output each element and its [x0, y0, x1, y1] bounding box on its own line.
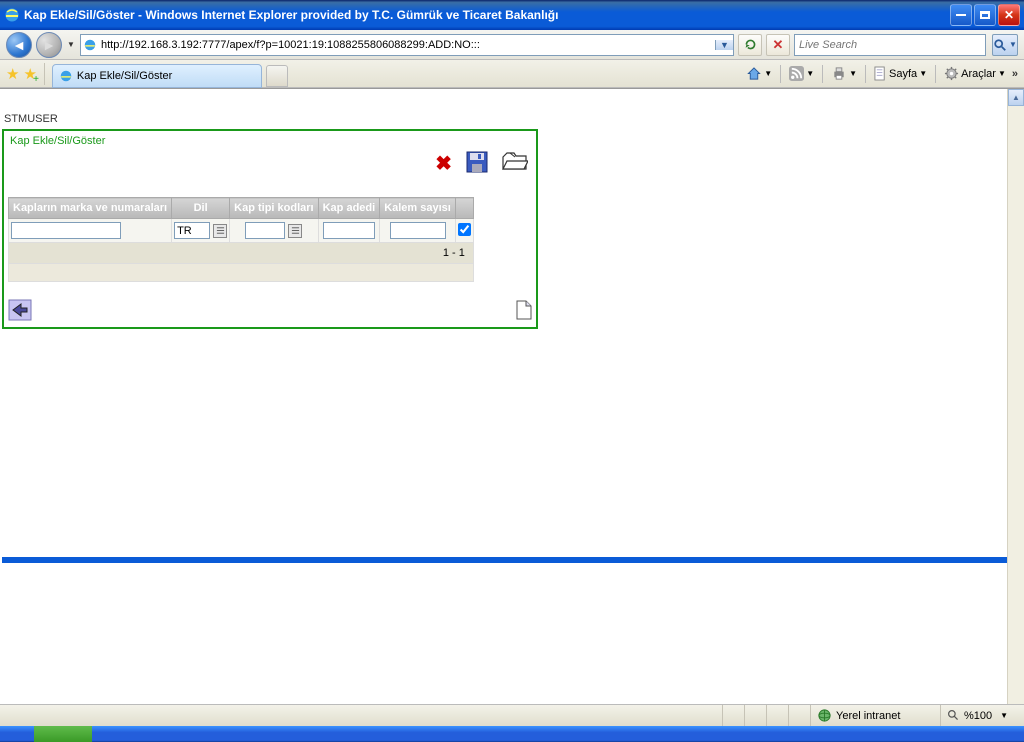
username-label: STMUSER [4, 113, 58, 125]
zoom-control[interactable]: %100 ▼ [940, 705, 1024, 726]
pager-label: 1 - 1 [9, 243, 474, 264]
col-kalem: Kalem sayısı [380, 198, 456, 219]
search-input[interactable] [795, 37, 985, 53]
browser-tab[interactable]: Kap Ekle/Sil/Göster [52, 64, 262, 88]
separator [865, 65, 866, 83]
address-bar: ▼ [80, 34, 734, 56]
status-bar: Yerel intranet %100 ▼ [0, 704, 1024, 726]
new-doc-button[interactable] [516, 300, 532, 320]
refresh-button[interactable] [738, 34, 762, 56]
add-favorites-icon[interactable]: ★+ [23, 65, 36, 83]
status-cell [788, 705, 810, 726]
horizontal-divider [2, 557, 1022, 563]
tip-input[interactable] [245, 222, 285, 239]
status-cell [722, 705, 744, 726]
status-cell [744, 705, 766, 726]
table-row [9, 219, 474, 243]
marka-input[interactable] [11, 222, 121, 239]
url-dropdown-button[interactable]: ▼ [715, 40, 733, 50]
table-footer [9, 264, 474, 282]
separator [780, 65, 781, 83]
zoom-label: %100 [964, 710, 992, 722]
windows-taskbar[interactable] [0, 726, 1024, 742]
page-menu-button[interactable]: Sayfa ▼ [871, 64, 930, 83]
nav-back-button[interactable]: ◄ [6, 32, 32, 58]
ie-tab-icon [59, 69, 73, 83]
new-tab-button[interactable] [266, 65, 288, 87]
nav-history-dropdown[interactable]: ▼ [66, 40, 76, 49]
delete-button[interactable]: ✖ [435, 151, 452, 176]
separator [935, 65, 936, 83]
dil-lookup-button[interactable] [213, 224, 227, 238]
col-dil: Dil [172, 198, 230, 219]
command-bar: ▼ ▼ ▼ Sayfa ▼ Araçlar ▼ » [743, 64, 1018, 83]
tools-menu-label: Araçlar [961, 68, 996, 80]
window-close-button[interactable]: ✕ [998, 4, 1020, 26]
chevron-expand-icon[interactable]: » [1012, 68, 1018, 80]
feeds-button[interactable]: ▼ [786, 64, 817, 83]
adedi-input[interactable] [323, 222, 375, 239]
status-cell [766, 705, 788, 726]
scroll-up-button[interactable]: ▲ [1008, 89, 1024, 106]
back-icon-button[interactable] [8, 299, 32, 321]
stop-button[interactable]: ✕ [766, 34, 790, 56]
dil-input[interactable] [174, 222, 210, 239]
favorites-icon[interactable]: ★ [6, 65, 19, 83]
tip-lookup-button[interactable] [288, 224, 302, 238]
zoom-icon [947, 709, 960, 722]
save-button[interactable] [466, 151, 488, 173]
print-button[interactable]: ▼ [828, 64, 860, 83]
search-button[interactable]: ▼ [992, 34, 1018, 56]
panel-title: Kap Ekle/Sil/Göster [4, 131, 536, 151]
vertical-scrollbar[interactable]: ▲ ▼ [1007, 89, 1024, 724]
security-zone: Yerel intranet [810, 705, 940, 726]
tab-bar: ★ ★+ Kap Ekle/Sil/Göster ▼ ▼ ▼ Sayfa ▼ [0, 60, 1024, 88]
scroll-track[interactable] [1008, 106, 1024, 707]
page-menu-label: Sayfa [889, 68, 917, 80]
separator [822, 65, 823, 83]
window-minimize-button[interactable] [950, 4, 972, 26]
nav-forward-button[interactable]: ► [36, 32, 62, 58]
col-check [455, 198, 473, 219]
intranet-icon [817, 708, 832, 723]
col-adedi: Kap adedi [318, 198, 380, 219]
tools-menu-button[interactable]: Araçlar ▼ [941, 64, 1009, 83]
window-maximize-button[interactable] [974, 4, 996, 26]
window-titlebar: Kap Ekle/Sil/Göster - Windows Internet E… [0, 0, 1024, 30]
window-title: Kap Ekle/Sil/Göster - Windows Internet E… [24, 8, 950, 22]
col-marka: Kapların marka ve numaraları [9, 198, 172, 219]
kap-table: Kapların marka ve numaraları Dil Kap tip… [8, 197, 474, 282]
kap-panel: Kap Ekle/Sil/Göster ✖ Kapların marka ve … [2, 129, 538, 329]
zoom-dropdown-icon[interactable]: ▼ [1000, 711, 1008, 720]
tab-label: Kap Ekle/Sil/Göster [77, 70, 172, 82]
ie-logo-icon [4, 7, 20, 23]
separator [44, 63, 45, 85]
open-button[interactable] [502, 151, 526, 171]
search-box [794, 34, 986, 56]
navigation-bar: ◄ ► ▼ ▼ ✕ ▼ [0, 30, 1024, 60]
page-icon [81, 38, 99, 52]
page-content: STMUSER Kap Ekle/Sil/Göster ✖ Kapların m… [0, 88, 1024, 724]
url-input[interactable] [99, 37, 715, 53]
kalem-input[interactable] [390, 222, 446, 239]
col-tip: Kap tipi kodları [230, 198, 318, 219]
home-button[interactable]: ▼ [743, 64, 775, 83]
row-checkbox[interactable] [458, 223, 471, 236]
zone-label: Yerel intranet [836, 710, 900, 722]
taskbar-item[interactable] [34, 726, 92, 742]
